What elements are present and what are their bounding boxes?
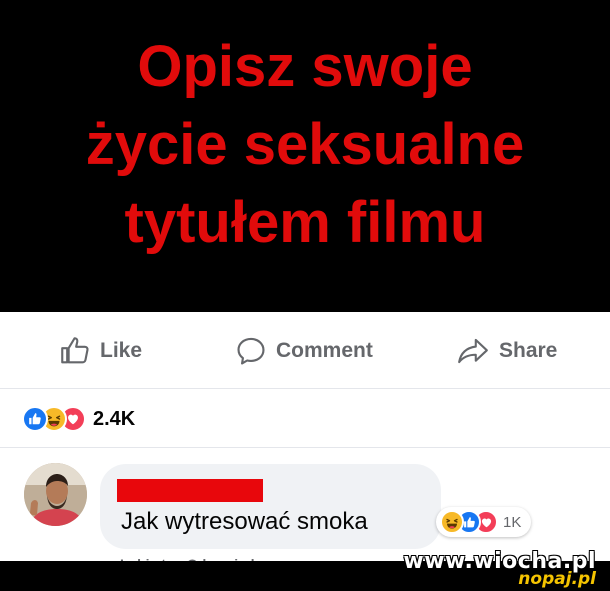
- comment-text: Jak wytresować smoka: [121, 508, 368, 535]
- comment-reaction-summary[interactable]: 1K: [436, 507, 532, 537]
- reaction-summary[interactable]: 2.4K: [22, 406, 135, 432]
- divider: [0, 388, 610, 389]
- site-watermark: www.wiocha.pl nopaj.pl: [403, 551, 596, 588]
- divider: [0, 447, 610, 448]
- comment-bubble[interactable]: [100, 464, 441, 549]
- redacted-commenter-name: [117, 479, 263, 502]
- share-button[interactable]: Share: [455, 334, 557, 368]
- haha-reaction-icon: [440, 510, 464, 534]
- share-label: Share: [499, 339, 558, 362]
- like-reaction-icon: [22, 406, 48, 432]
- comment-bubble-icon: [237, 337, 265, 365]
- reaction-count: 2.4K: [93, 407, 136, 430]
- like-label: Like: [100, 339, 143, 362]
- banner-line-1: Opisz swoje: [137, 34, 473, 99]
- commenter-avatar[interactable]: [24, 463, 87, 526]
- like-button[interactable]: Like: [58, 334, 142, 368]
- comment-button[interactable]: Comment: [234, 334, 373, 368]
- meme-banner: Opisz swoje życie seksualne tytułem film…: [0, 0, 610, 312]
- banner-headline: Opisz swoje życie seksualne tytułem film…: [0, 28, 610, 262]
- comment-label: Comment: [276, 339, 373, 362]
- comment-reaction-count: 1K: [503, 513, 522, 531]
- post-action-bar: Like Comment Share: [0, 312, 610, 388]
- banner-line-3: tytułem filmu: [124, 190, 486, 255]
- thumbs-up-icon: [61, 337, 89, 364]
- profile-photo: [24, 463, 87, 526]
- share-arrow-icon: [458, 338, 488, 364]
- banner-line-2: życie seksualne: [85, 112, 525, 177]
